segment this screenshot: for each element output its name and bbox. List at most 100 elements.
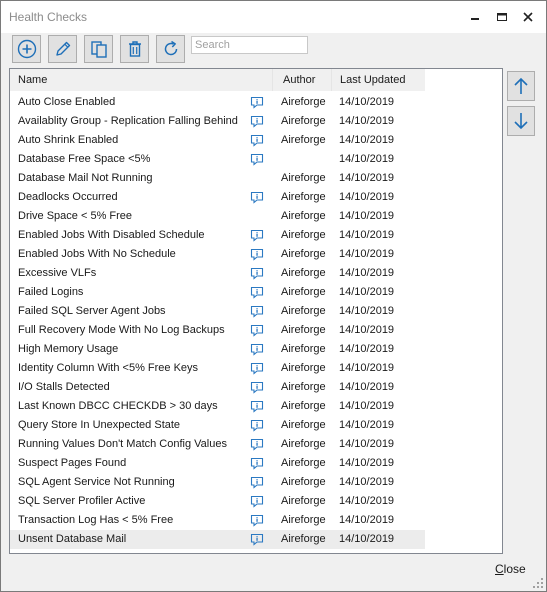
list-item[interactable]: Enabled Jobs With Disabled Schedule Airef… — [10, 226, 425, 245]
list-item[interactable]: Transaction Log Has < 5% Free Aireforge 14… — [10, 511, 425, 530]
list-item[interactable]: Identity Column With <5% Free Keys Airefo… — [10, 359, 425, 378]
minimize-button[interactable] — [467, 9, 483, 25]
list-item[interactable]: Last Known DBCC CHECKDB > 30 days Airefor… — [10, 397, 425, 416]
delete-button[interactable] — [120, 35, 149, 63]
note-icon[interactable] — [250, 533, 264, 546]
check-author: Aireforge — [281, 115, 326, 127]
search-input[interactable] — [191, 36, 308, 54]
check-name: Database Mail Not Running — [18, 172, 153, 184]
move-down-button[interactable] — [507, 106, 535, 136]
edit-button[interactable] — [48, 35, 77, 63]
list-item[interactable]: Excessive VLFs Aireforge 14/10/2019 — [10, 264, 425, 283]
check-name: Failed Logins — [18, 286, 84, 298]
note-icon[interactable] — [250, 381, 264, 394]
check-name: Database Free Space <5% — [18, 153, 151, 165]
check-author: Aireforge — [281, 324, 326, 336]
list-item[interactable]: Availablity Group - Replication Falling … — [10, 112, 425, 131]
check-author: Aireforge — [281, 134, 326, 146]
column-header-author[interactable]: Author — [283, 74, 315, 86]
note-icon[interactable] — [250, 514, 264, 527]
check-last-updated: 14/10/2019 — [339, 248, 395, 260]
list-item[interactable]: High Memory Usage Aireforge 14/10/2019 — [10, 340, 425, 359]
list-item[interactable]: Suspect Pages Found Aireforge 14/10/2019 — [10, 454, 425, 473]
copy-icon — [90, 41, 107, 58]
check-author: Aireforge — [281, 286, 326, 298]
refresh-button[interactable] — [156, 35, 185, 63]
list-item[interactable]: Failed Logins Aireforge 14/10/2019 — [10, 283, 425, 302]
note-icon[interactable] — [250, 286, 264, 299]
close-window-button[interactable] — [520, 9, 536, 25]
check-author: Aireforge — [281, 172, 326, 184]
column-header-last-updated[interactable]: Last Updated — [340, 74, 405, 86]
list-item[interactable]: Unsent Database Mail Aireforge 14/10/2019 — [10, 530, 425, 549]
resize-grip-icon[interactable] — [533, 578, 543, 588]
note-icon[interactable] — [250, 134, 264, 147]
check-last-updated: 14/10/2019 — [339, 191, 395, 203]
check-name: Transaction Log Has < 5% Free — [18, 514, 174, 526]
note-icon[interactable] — [250, 400, 264, 413]
list-header: Name Author Last Updated — [10, 69, 425, 91]
check-name: Auto Close Enabled — [18, 96, 116, 108]
minimize-icon — [471, 18, 479, 20]
check-name: Auto Shrink Enabled — [18, 134, 119, 146]
close-icon — [523, 12, 533, 22]
check-author: Aireforge — [281, 457, 326, 469]
check-last-updated: 14/10/2019 — [339, 134, 395, 146]
restore-button[interactable] — [494, 9, 510, 25]
check-name: High Memory Usage — [18, 343, 119, 355]
list-item[interactable]: Query Store In Unexpected State Aireforge… — [10, 416, 425, 435]
close-button[interactable]: Close — [495, 562, 526, 576]
check-author: Aireforge — [281, 229, 326, 241]
list-item[interactable]: Failed SQL Server Agent Jobs Aireforge 14/… — [10, 302, 425, 321]
list-item[interactable]: SQL Server Profiler Active Aireforge 14/10… — [10, 492, 425, 511]
list-item[interactable]: I/O Stalls Detected Aireforge 14/10/2019 — [10, 378, 425, 397]
list-item[interactable]: Deadlocks Occurred Aireforge 14/10/2019 — [10, 188, 425, 207]
note-icon[interactable] — [250, 191, 264, 204]
note-icon[interactable] — [250, 457, 264, 470]
list-item[interactable]: Auto Shrink Enabled Aireforge 14/10/2019 — [10, 131, 425, 150]
note-icon[interactable] — [250, 419, 264, 432]
add-button[interactable] — [12, 35, 41, 63]
note-icon[interactable] — [250, 248, 264, 261]
check-author: Aireforge — [281, 267, 326, 279]
list-item[interactable]: Full Recovery Mode With No Log Backups Ai… — [10, 321, 425, 340]
refresh-icon — [164, 40, 177, 56]
check-last-updated: 14/10/2019 — [339, 115, 395, 127]
list-item[interactable]: Auto Close Enabled Aireforge 14/10/2019 — [10, 93, 425, 112]
note-icon[interactable] — [250, 324, 264, 337]
check-name: Enabled Jobs With No Schedule — [18, 248, 176, 260]
list-item[interactable]: Database Free Space <5% 14/10/2019 — [10, 150, 425, 169]
list-item[interactable]: Drive Space < 5% Free Aireforge 14/10/2019 — [10, 207, 425, 226]
column-divider[interactable] — [331, 69, 332, 91]
note-icon[interactable] — [250, 153, 264, 166]
note-icon[interactable] — [250, 96, 264, 109]
check-author: Aireforge — [281, 96, 326, 108]
check-last-updated: 14/10/2019 — [339, 533, 395, 545]
note-icon[interactable] — [250, 267, 264, 280]
note-icon[interactable] — [250, 305, 264, 318]
column-header-name[interactable]: Name — [18, 74, 47, 86]
check-name: Enabled Jobs With Disabled Schedule — [18, 229, 205, 241]
list-item[interactable]: Database Mail Not Running Aireforge 14/10/… — [10, 169, 425, 188]
check-last-updated: 14/10/2019 — [339, 457, 395, 469]
copy-button[interactable] — [84, 35, 113, 63]
list-item[interactable]: Enabled Jobs With No Schedule Aireforge 14… — [10, 245, 425, 264]
note-icon[interactable] — [250, 115, 264, 128]
list-item[interactable]: SQL Agent Service Not Running Aireforge 14… — [10, 473, 425, 492]
close-label: lose — [503, 562, 526, 576]
note-icon[interactable] — [250, 495, 264, 508]
health-checks-window: Health Checks Search Name Author Last Up… — [0, 0, 547, 592]
note-icon[interactable] — [250, 438, 264, 451]
list-item[interactable]: Running Values Don't Match Config Values… — [10, 435, 425, 454]
check-name: Deadlocks Occurred — [18, 191, 118, 203]
check-last-updated: 14/10/2019 — [339, 286, 395, 298]
health-checks-list[interactable]: Name Author Last Updated Auto Close Enab… — [9, 68, 503, 554]
note-icon[interactable] — [250, 476, 264, 489]
note-icon[interactable] — [250, 229, 264, 242]
check-name: I/O Stalls Detected — [18, 381, 110, 393]
check-last-updated: 14/10/2019 — [339, 495, 395, 507]
note-icon[interactable] — [250, 343, 264, 356]
note-icon[interactable] — [250, 362, 264, 375]
column-divider[interactable] — [272, 69, 273, 91]
move-up-button[interactable] — [507, 71, 535, 101]
